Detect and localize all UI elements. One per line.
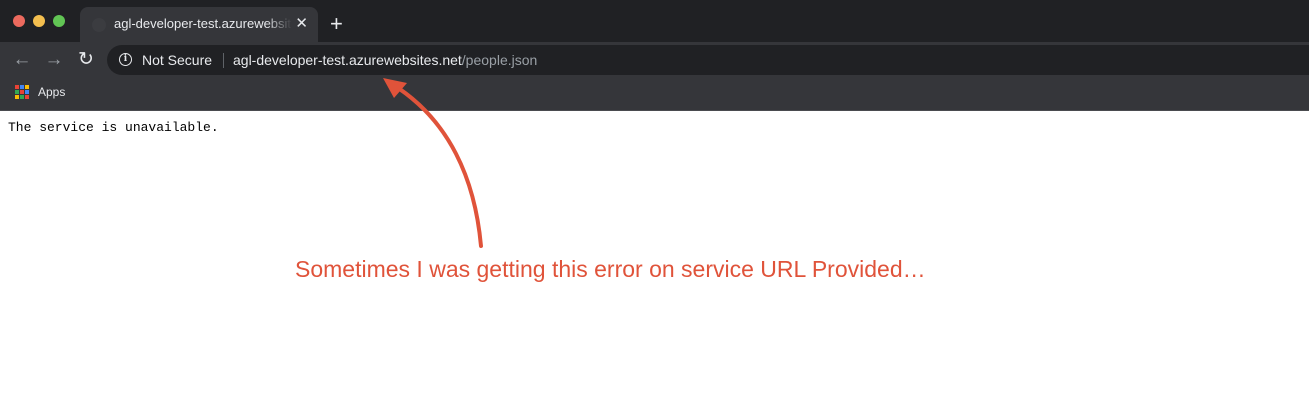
apps-grid-dot [25,95,29,99]
apps-grid-dot [25,85,29,89]
page-message: The service is unavailable. [8,120,219,135]
apps-grid-icon[interactable] [15,85,29,99]
back-button[interactable]: ← [10,48,34,72]
address-bar[interactable]: i Not Secure agl-developer-test.azureweb… [107,45,1309,75]
tab-title: agl-developer-test.azurewebsites.net/peo… [114,16,292,31]
info-icon[interactable]: i [119,53,132,66]
url-host: agl-developer-test.azurewebsites.net [233,52,462,68]
active-tab[interactable]: agl-developer-test.azurewebsites.net/peo… [80,7,318,42]
toolbar: ← → ↻ i Not Secure agl-developer-test.az… [0,42,1309,78]
window-close-button[interactable] [13,15,25,27]
apps-grid-dot [15,95,19,99]
tab-close-icon[interactable]: ✕ [295,15,308,33]
window-minimize-button[interactable] [33,15,45,27]
forward-button[interactable]: → [42,48,66,72]
url-path: /people.json [461,52,538,68]
reload-button[interactable]: ↻ [74,48,98,72]
apps-grid-dot [25,90,29,94]
annotation-text: Sometimes I was getting this error on se… [295,256,926,282]
browser-chrome: agl-developer-test.azurewebsites.net/peo… [0,0,1309,111]
apps-bookmark[interactable]: Apps [38,85,65,99]
url-text[interactable]: agl-developer-test.azurewebsites.net/peo… [233,52,537,68]
apps-grid-dot [15,90,19,94]
new-tab-button[interactable]: + [330,12,343,36]
apps-grid-dot [20,85,24,89]
tab-strip: agl-developer-test.azurewebsites.net/peo… [0,0,1309,42]
omnibox-divider [223,53,224,68]
apps-grid-dot [20,95,24,99]
tab-favicon-icon [92,18,106,32]
window-maximize-button[interactable] [53,15,65,27]
apps-grid-dot [15,85,19,89]
bookmarks-bar: Apps [0,78,1309,111]
security-status-label[interactable]: Not Secure [142,52,212,68]
apps-grid-dot [20,90,24,94]
